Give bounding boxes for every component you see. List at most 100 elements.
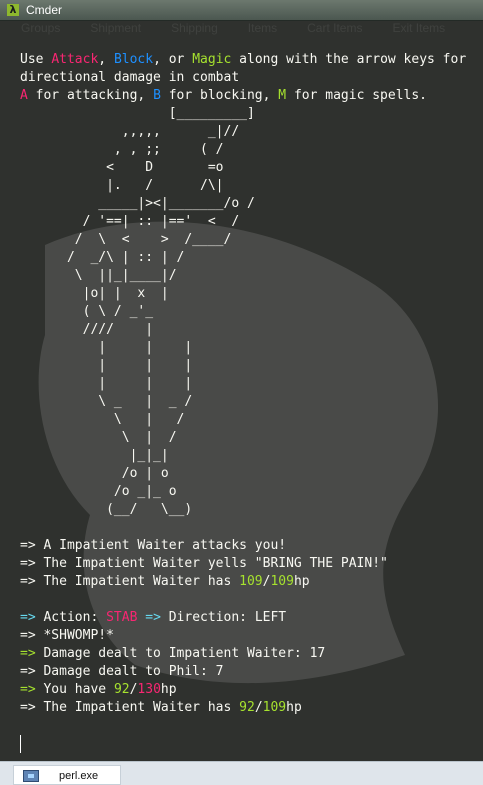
console-line: | | | [20,357,478,375]
process-tab-perl[interactable]: perl.exe [13,765,121,785]
console-text-segment: for magic spells. [286,88,428,103]
console-text-segment: \ _ | _ / [20,394,193,409]
console-line: => A Impatient Waiter attacks you! [20,537,478,555]
background-tab: Cart Items [307,21,363,35]
console-text-segment: STAB [106,610,138,625]
window-title: Cmder [26,2,63,17]
console-text-segment: directional damage in combat [20,70,240,85]
console-text-segment: , , ;; ( / [20,142,224,157]
console-text-segment: 130 [137,682,161,697]
console-text-segment: => *SHWOMP!* [20,628,114,643]
console-text-segment: Damage dealt to Impatient Waiter: 17 [35,646,326,661]
console-line: _____|><|_______/o / [20,195,478,213]
console-text-segment: You have [35,682,114,697]
console-text-segment: / \ < > /____/ [20,232,232,247]
console-text-segment: => Damage dealt to Phil: 7 [20,664,224,679]
console-text-segment: 109 [262,700,287,715]
console-text-segment: => [20,610,36,625]
console-line: Use Attack, Block, or Magic along with t… [20,51,478,69]
console-text-segment: Direction: LEFT [168,610,287,625]
console-text-segment: Action: [35,610,107,625]
console-text-segment: ,,,,, _|// [20,124,240,139]
console-text-segment: => The Impatient Waiter yells "BRING THE… [20,556,388,571]
console-text-segment: Magic [192,52,232,67]
console-text-segment: , or [153,52,193,67]
console-line: => You have 92/130hp [20,681,478,699]
console-line: ( \ / _'_ [20,303,478,321]
console-icon [23,770,39,782]
console-text-segment: for attacking, [27,88,154,103]
console-text-segment: for blocking, [160,88,279,103]
console-text-segment: / '==| :: |==' < / [20,214,240,229]
console-line: , , ;; ( / [20,141,478,159]
console-line: / \ < > /____/ [20,231,478,249]
console-line: [_________] [20,105,478,123]
console-text-segment: hp [293,574,310,589]
console-text-segment: [_________] [20,106,255,121]
console-text-segment: => The Impatient Waiter has [20,574,240,589]
console-line: \ | / [20,411,478,429]
console-text-segment: Attack [51,52,99,67]
console-text-segment: |. / /\| [20,178,224,193]
console-text-segment: \ | / [20,412,185,427]
console-line: /o | o [20,465,478,483]
console-line: \ _ | _ / [20,393,478,411]
console-line: => Damage dealt to Phil: 7 [20,663,478,681]
console-line: directional damage in combat [20,69,478,87]
console-text-segment: / _/\ | :: | / [20,250,185,265]
console-text-segment: | | | [20,376,193,391]
console-line: => The Impatient Waiter yells "BRING THE… [20,555,478,573]
console-text-segment: A [20,88,28,103]
background-tab: Items [247,21,278,35]
console-line: => *SHWOMP!* [20,627,478,645]
process-tab-label: perl.exe [59,770,99,782]
console-text-segment: | | | [20,340,193,355]
background-tab-strip: Groups Shipment Shipping Items Cart Items Exi… [21,21,471,49]
console-line: | | | [20,375,478,393]
console-text-segment: => [137,610,169,625]
console-line: |_|_| [20,447,478,465]
console-text-segment: => A Impatient Waiter attacks you! [20,538,287,553]
console-text-segment: |o| | x | [20,286,169,301]
console-text-segment: | | | [20,358,193,373]
console-text-segment: => The Impatient Waiter has [20,700,240,715]
console-text-segment: /o | o [20,466,169,481]
console-text-segment: 92 [113,682,130,697]
console-line: => The Impatient Waiter has 92/109hp [20,699,478,717]
console-line: / _/\ | :: | / [20,249,478,267]
console-text-segment: //// | [20,322,154,337]
console-line: => Damage dealt to Impatient Waiter: 17 [20,645,478,663]
title-bar[interactable]: λ Cmder [0,0,483,21]
background-tab: Shipping [171,21,218,35]
console-output[interactable]: Use Attack, Block, or Magic along with t… [20,51,478,761]
console-text-segment: |_|_| [20,448,169,463]
console-text-segment: 109 [270,574,294,589]
background-tab: Groups [21,21,61,35]
console-text-segment: M [278,88,287,103]
background-tab: Shipment [90,21,142,35]
status-bar: perl.exe [0,761,483,785]
console-text-segment: (__/ \__) [20,502,193,517]
console-text-segment: => [20,646,36,661]
console-text-segment: ( \ / _'_ [20,304,154,319]
console-text-segment: B [153,88,161,103]
console-line: (__/ \__) [20,501,478,519]
console-line: /o _|_ o [20,483,478,501]
text-cursor [20,735,21,753]
cmder-lambda-icon: λ [7,4,19,16]
console-line: |. / /\| [20,177,478,195]
console-text-segment: _____|><|_______/o / [20,196,255,211]
console-text-segment: /o _|_ o [20,484,177,499]
cmder-window: λ Cmder Groups Shipment Shipping Items Cart … [0,0,483,785]
console-text-segment: \ ||_|____|/ [20,268,177,283]
console-line: \ ||_|____|/ [20,267,478,285]
console-line: / '==| :: |==' < / [20,213,478,231]
console-line: |o| | x | [20,285,478,303]
console-text-segment: along with the arrow keys for [231,52,467,67]
console-text-segment: Block [113,52,154,67]
console-text-segment: hp [160,682,177,697]
console-line: //// | [20,321,478,339]
console-text-segment: \ | / [20,430,177,445]
